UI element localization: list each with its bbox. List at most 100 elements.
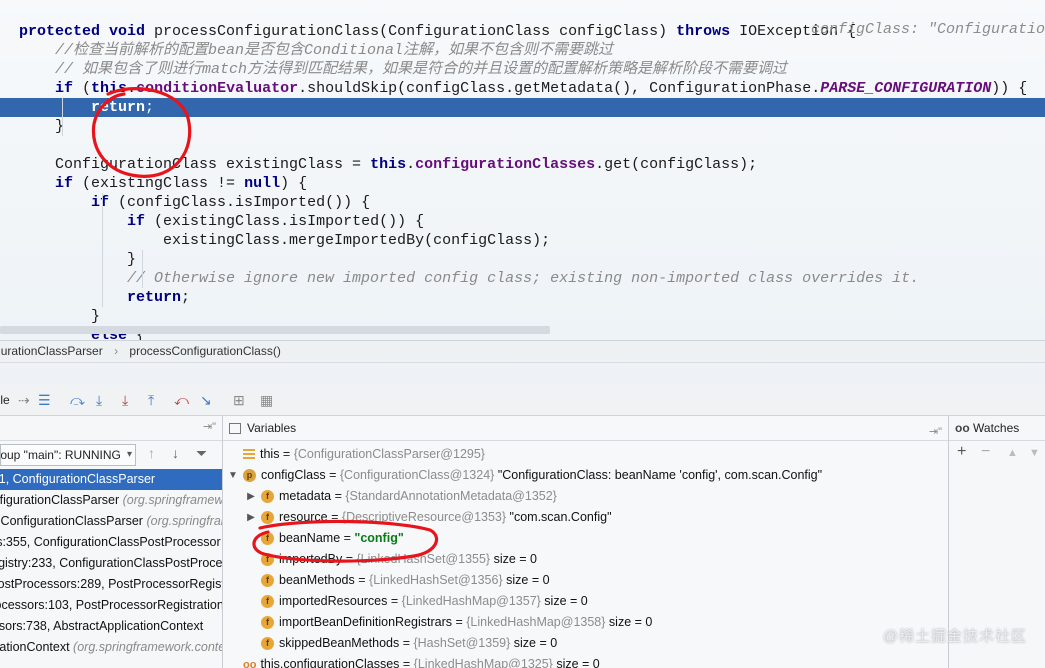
- run-to-cursor-icon[interactable]: ↘: [200, 390, 212, 410]
- field-icon: f: [261, 574, 274, 588]
- watches-toolbar: + − ▲ ▼: [949, 441, 1045, 465]
- code-token: if: [91, 194, 110, 211]
- equals-sign: =: [452, 615, 467, 629]
- horizontal-scrollbar[interactable]: [0, 326, 550, 334]
- stack-frame[interactable]: invokeBeanFactoryPostProcessors:103, Pos…: [0, 595, 222, 616]
- force-step-into-icon[interactable]: ⤓: [122, 390, 128, 410]
- breadcrumb-class[interactable]: ConfigurationClassParser: [0, 341, 103, 362]
- expand-right-icon[interactable]: ▶: [245, 486, 257, 507]
- variable-value: size = 0: [605, 615, 653, 629]
- code-token: (existingClass.isImported()) {: [145, 213, 425, 230]
- code-line[interactable]: protected void processConfigurationClass…: [0, 22, 856, 41]
- code-token: configurationClasses: [415, 156, 596, 173]
- variable-reference: {LinkedHashMap@1357}: [401, 594, 541, 608]
- variable-name: this.configurationClasses: [260, 657, 400, 668]
- arrow-down-icon[interactable]: ↓: [172, 445, 179, 461]
- code-token: }: [19, 118, 65, 135]
- restore-layout-icon[interactable]: ⇢: [18, 390, 30, 410]
- arrow-up-icon[interactable]: ↑: [148, 445, 155, 461]
- thread-selector[interactable]: Group "main": RUNNING ▾: [0, 444, 136, 466]
- code-line[interactable]: // 如果包含了则进行match方法得到匹配结果，如果是符合的并且设置的配置解析…: [0, 60, 787, 79]
- breadcrumb-method[interactable]: processConfigurationClass(): [129, 341, 280, 362]
- code-token: (configClass.isImported()) {: [109, 194, 371, 211]
- code-line[interactable]: [0, 136, 19, 155]
- indent-guide: [62, 98, 63, 136]
- code-line[interactable]: existingClass.mergeImportedBy(configClas…: [0, 231, 550, 250]
- variable-reference: {LinkedHashSet@1356}: [369, 573, 503, 587]
- stack-frame[interactable]: processImports:601, ConfigurationClassPa…: [0, 490, 222, 511]
- code-line[interactable]: //检查当前解析的配置bean是否包含Conditional注解，如果不包含则不…: [0, 41, 613, 60]
- variable-row[interactable]: f beanMethods = {LinkedHashSet@1356} size…: [261, 570, 550, 591]
- stack-frame[interactable]: processConfigBeanDefinitions:355, Config…: [0, 532, 222, 553]
- variable-value: "ConfigurationClass: beanName 'config', …: [494, 468, 823, 482]
- pin-icon[interactable]: ⇥": [203, 420, 216, 433]
- variable-name: importedResources: [279, 594, 388, 608]
- show-execution-point-icon[interactable]: ☰: [38, 390, 51, 410]
- stack-frame[interactable]: refresh:563, AbstractApplicationContext …: [0, 637, 222, 658]
- equals-sign: =: [325, 468, 340, 482]
- add-watch-button[interactable]: +: [957, 443, 966, 461]
- variable-row[interactable]: ▼ p configClass = {ConfigurationClass@1324…: [228, 465, 823, 486]
- variable-row[interactable]: ▶ f metadata = {StandardAnnotationMetadata…: [247, 486, 557, 507]
- evaluate-expression-icon[interactable]: ⊞: [233, 390, 245, 410]
- code-line[interactable]: // Otherwise ignore new imported config …: [0, 269, 919, 288]
- stack-frame[interactable]: invokeBeanDefinitionRegistryPostProcesso…: [0, 574, 222, 595]
- variable-reference: {HashSet@1359}: [413, 636, 511, 650]
- move-down-icon[interactable]: ▼: [1029, 447, 1040, 459]
- code-token: .: [406, 156, 416, 173]
- trace-icon[interactable]: ▦: [260, 390, 273, 410]
- stack-frame-label: invokeBeanFactoryPostProcessors:738, Abs…: [0, 619, 204, 633]
- variable-reference: {LinkedHashMap@1358}: [466, 615, 606, 629]
- stack-frame[interactable]: parse:209, ConfigurationClassParser (org…: [0, 511, 222, 532]
- variables-grid-icon: [229, 423, 241, 435]
- code-token: // 如果包含了则进行match方法得到匹配结果，如果是符合的并且设置的配置解析…: [19, 61, 788, 78]
- variable-row[interactable]: oo this.configurationClasses = {LinkedHas…: [243, 654, 600, 668]
- code-token: ) {: [280, 175, 308, 192]
- stack-frame-label: processConfigBeanDefinitions:355, Config…: [0, 535, 221, 549]
- remove-watch-button[interactable]: −: [981, 443, 990, 461]
- code-line[interactable]: return;: [0, 288, 190, 307]
- console-tab-fragment-icon[interactable]: le: [0, 390, 18, 410]
- step-into-icon[interactable]: ⤓: [96, 390, 102, 410]
- code-token: .get(configClass);: [595, 156, 758, 173]
- frames-header: ⇥": [0, 416, 222, 441]
- stack-frame[interactable]: postProcessBeanDefinitionRegistry:233, C…: [0, 553, 222, 574]
- code-token: void: [109, 23, 146, 40]
- expand-down-icon[interactable]: ▼: [227, 465, 239, 486]
- drop-frame-icon[interactable]: ⤺: [174, 390, 189, 410]
- equals-sign: =: [399, 657, 414, 668]
- chevron-down-icon: ▾: [126, 449, 132, 460]
- stack-frame-label: parse:209, ConfigurationClassParser: [0, 514, 143, 528]
- stack-frame[interactable]: processConfigurationClass:231, Configura…: [0, 469, 222, 490]
- thread-row: Group "main": RUNNING ▾ ↑ ↓ ⏷: [0, 441, 222, 469]
- equals-sign: =: [279, 447, 294, 461]
- stack-frame[interactable]: invokeBeanFactoryPostProcessors:738, Abs…: [0, 616, 222, 637]
- variable-row[interactable]: f importedResources = {LinkedHashMap@1357…: [261, 591, 588, 612]
- variable-reference: {ConfigurationClassParser@1295}: [293, 447, 485, 461]
- pin-icon[interactable]: ⇥": [929, 420, 942, 444]
- field-icon: f: [261, 595, 274, 609]
- variable-row[interactable]: f importBeanDefinitionRegistrars = {Linke…: [261, 612, 652, 633]
- code-line[interactable]: }: [0, 117, 64, 136]
- variable-row[interactable]: f skippedBeanMethods = {HashSet@1359} siz…: [261, 633, 557, 654]
- equals-sign: =: [387, 594, 402, 608]
- stack-frame-label: processImports:601, ConfigurationClassPa…: [0, 493, 120, 507]
- step-over-icon[interactable]: ⤼: [70, 390, 85, 410]
- code-token: existingClass.mergeImportedBy(configClas…: [19, 232, 551, 249]
- move-up-icon[interactable]: ▲: [1007, 447, 1018, 459]
- code-line[interactable]: }: [0, 250, 136, 269]
- field-icon: f: [261, 616, 274, 630]
- code-line[interactable]: if (existingClass.isImported()) {: [0, 212, 424, 231]
- variable-name: skippedBeanMethods: [279, 636, 400, 650]
- equals-sign: =: [399, 636, 414, 650]
- step-out-icon[interactable]: ⤒: [148, 390, 154, 410]
- code-line[interactable]: }: [0, 307, 100, 326]
- variables-title: Variables: [247, 421, 297, 435]
- variable-row[interactable]: this = {ConfigurationClassParser@1295}: [243, 444, 485, 465]
- filter-icon[interactable]: ⏷: [196, 445, 207, 462]
- stack-frame-label: invokeBeanDefinitionRegistryPostProcesso…: [0, 577, 222, 591]
- variable-reference: {LinkedHashMap@1325}: [413, 657, 553, 668]
- code-line[interactable]: if (configClass.isImported()) {: [0, 193, 370, 212]
- stack-frame-label: invokeBeanFactoryPostProcessors:103, Pos…: [0, 598, 222, 612]
